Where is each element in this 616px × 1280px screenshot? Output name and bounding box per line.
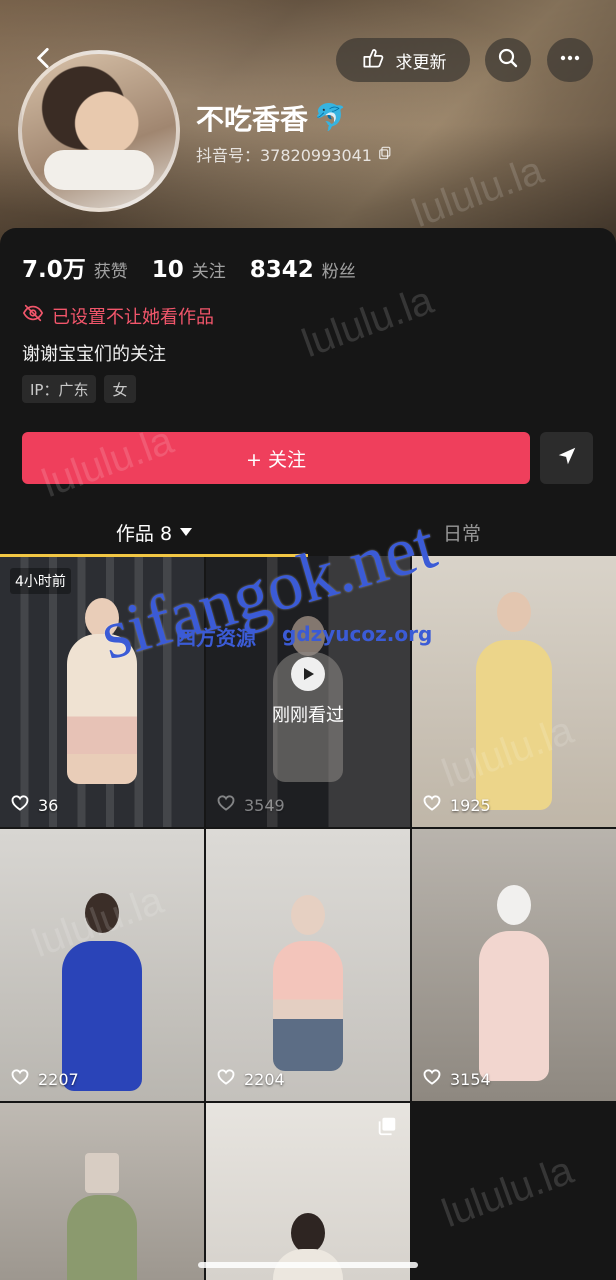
likes-value: 2204 xyxy=(244,1069,285,1089)
profile-tags: IP：广东 女 xyxy=(22,375,136,403)
likes-count: 36 xyxy=(10,793,58,817)
likes-count: 3154 xyxy=(422,1067,491,1091)
tab-works-label: 作品 8 xyxy=(115,522,173,545)
stat-likes-value: 7.0万 xyxy=(22,257,86,283)
request-update-label: 求更新 xyxy=(395,52,447,73)
caret-down-icon xyxy=(180,528,193,536)
video-thumbnail-head xyxy=(85,598,119,638)
dolphin-emoji-icon: 🐬 xyxy=(314,103,347,133)
heart-icon xyxy=(216,793,236,817)
video-thumbnail-head xyxy=(85,1153,119,1193)
stat-following-value: 10 xyxy=(151,257,184,283)
restricted-notice-text: 已设置不让她看作品 xyxy=(52,306,214,328)
request-update-button[interactable]: 求更新 xyxy=(336,38,470,82)
multi-image-icon xyxy=(376,1115,398,1141)
stat-likes[interactable]: 7.0万 获赞 xyxy=(22,250,128,284)
eye-off-icon xyxy=(22,302,44,329)
time-badge: 4小时前 xyxy=(10,568,71,594)
likes-count: 2204 xyxy=(216,1067,285,1091)
stat-likes-label: 获赞 xyxy=(93,262,128,282)
recently-viewed-label: 刚刚看过 xyxy=(272,704,344,726)
more-button[interactable] xyxy=(547,38,593,82)
douyin-id-text: 抖音号：37820993041 xyxy=(196,146,372,165)
back-button[interactable] xyxy=(22,38,66,82)
video-thumbnail-figure xyxy=(476,640,552,810)
tab-daily-label: 日常 xyxy=(442,522,481,545)
likes-count: 2207 xyxy=(10,1067,79,1091)
likes-value: 2207 xyxy=(38,1069,79,1089)
play-icon xyxy=(291,656,325,691)
follow-button[interactable]: + 关注 xyxy=(22,432,530,484)
heart-icon xyxy=(422,1067,442,1091)
tab-indicator xyxy=(0,554,308,557)
nickname: 不吃香香 🐬 xyxy=(196,98,346,138)
avatar-photo-detail xyxy=(44,150,154,190)
nickname-text: 不吃香香 xyxy=(196,103,309,136)
recently-viewed-overlay: 刚刚看过 xyxy=(206,556,410,827)
share-button[interactable] xyxy=(540,432,593,484)
heart-icon xyxy=(10,793,30,817)
profile-info-card: 7.0万 获赞 10 关注 8342 粉丝 已设置不让她看作品 谢谢宝宝们的关注… xyxy=(0,228,616,510)
video-tile-recently-viewed[interactable]: 刚刚看过 3549 xyxy=(206,556,410,827)
video-tile[interactable] xyxy=(0,1103,204,1280)
likes-value: 3549 xyxy=(244,795,285,815)
douyin-id[interactable]: 抖音号：37820993041 xyxy=(196,142,392,166)
stat-followers-label: 粉丝 xyxy=(321,262,356,282)
video-thumbnail-head xyxy=(497,885,531,925)
stat-followers-value: 8342 xyxy=(249,257,314,283)
home-indicator[interactable] xyxy=(198,1262,418,1268)
video-tile[interactable]: 1925 xyxy=(412,556,616,827)
video-tile[interactable]: 2207 xyxy=(0,829,204,1101)
heart-icon xyxy=(10,1067,30,1091)
hand-pointing-icon xyxy=(360,45,386,76)
restricted-notice[interactable]: 已设置不让她看作品 xyxy=(22,302,214,329)
likes-count: 3549 xyxy=(216,793,285,817)
video-thumbnail-head xyxy=(291,895,325,935)
copy-icon[interactable] xyxy=(378,145,392,164)
profile-page: 求更新 不吃香香 🐬 抖音号：37820993041 7.0万 获赞 10 关注… xyxy=(0,0,616,1280)
likes-count: 1925 xyxy=(422,793,491,817)
search-button[interactable] xyxy=(485,38,531,82)
stat-following-label: 关注 xyxy=(191,262,226,282)
video-thumbnail-figure xyxy=(479,931,549,1081)
video-tile[interactable]: 2204 xyxy=(206,829,410,1101)
chevron-left-icon xyxy=(31,45,57,75)
stat-following[interactable]: 10 关注 xyxy=(152,257,226,283)
more-dots-icon xyxy=(558,46,582,74)
stat-followers[interactable]: 8342 粉丝 xyxy=(250,257,356,283)
video-thumbnail-head xyxy=(291,1213,325,1253)
video-thumbnail-head xyxy=(497,592,531,632)
heart-icon xyxy=(216,1067,236,1091)
tag-ip-location: IP：广东 xyxy=(22,375,97,403)
heart-icon xyxy=(422,793,442,817)
video-tile[interactable]: 4小时前 36 xyxy=(0,556,204,827)
video-thumbnail-head xyxy=(85,893,119,933)
video-tile[interactable]: 3154 xyxy=(412,829,616,1101)
search-icon xyxy=(496,46,520,74)
video-grid: 4小时前 36 刚刚看过 3549 1925 2207 2204 3154 xyxy=(0,556,616,1280)
bio-text: 谢谢宝宝们的关注 xyxy=(22,344,166,365)
video-tile[interactable] xyxy=(206,1103,410,1280)
video-thumbnail-figure xyxy=(67,1195,137,1280)
stats-row: 7.0万 获赞 10 关注 8342 粉丝 xyxy=(22,250,356,284)
likes-value: 1925 xyxy=(450,795,491,815)
video-thumbnail-figure xyxy=(67,634,137,784)
tag-gender: 女 xyxy=(104,375,136,403)
likes-value: 36 xyxy=(38,795,59,815)
content-tabs: 作品 8 日常 xyxy=(0,508,616,557)
likes-value: 3154 xyxy=(450,1069,491,1089)
tab-works[interactable]: 作品 8 xyxy=(0,508,308,556)
tab-daily[interactable]: 日常 xyxy=(308,508,616,556)
video-thumbnail-figure xyxy=(273,941,343,1071)
send-icon xyxy=(556,445,578,471)
